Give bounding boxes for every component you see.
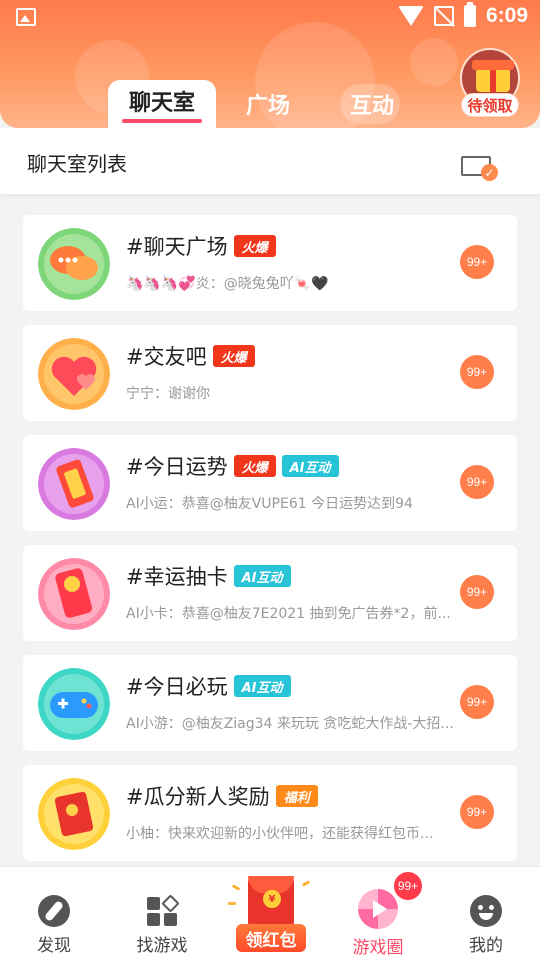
tab-interact[interactable]: 互动: [350, 80, 394, 128]
chatroom-card[interactable]: #今日运势 火爆 AI互动 AI小运：恭喜@柚友VUPE61 今日运势达到94 …: [23, 435, 517, 531]
tab-chatroom[interactable]: 聊天室: [108, 80, 216, 128]
tab-square[interactable]: 广场: [246, 80, 290, 128]
nav-red-envelope[interactable]: ¥ 领红包: [226, 868, 316, 956]
games-grid-icon: [146, 894, 180, 927]
chat-bubble-avatar-icon: [38, 228, 110, 300]
nav-label: 领红包: [236, 924, 306, 952]
welfare-badge: 福利: [275, 785, 318, 807]
red-envelope-avatar-icon: [38, 778, 110, 850]
unread-count-badge: 99+: [460, 575, 494, 609]
chatroom-title: #交友吧: [126, 345, 207, 369]
unread-count-badge: 99+: [460, 685, 494, 719]
unread-count-badge: 99+: [460, 245, 494, 279]
last-message: AI小运：恭喜@柚友VUPE61 今日运势达到94: [126, 496, 413, 512]
header-decoration: [410, 38, 458, 86]
last-message: 宁宁：谢谢你: [126, 386, 210, 402]
nav-label: 发现: [37, 936, 71, 956]
page-title: 聊天室列表: [27, 152, 127, 176]
tab-label: 聊天室: [128, 91, 195, 116]
nav-label: 找游戏: [136, 936, 188, 956]
nav-label: 游戏圈: [352, 938, 404, 958]
tab-label: 广场: [246, 94, 291, 119]
chatroom-title: #瓜分新人奖励: [126, 785, 270, 809]
last-message: 🦄🦄🦄💞炎：@晓兔兔吖🍬🖤: [126, 276, 329, 292]
no-sim-icon: [433, 6, 454, 26]
nav-label: 我的: [469, 936, 503, 956]
chatroom-card[interactable]: #聊天广场 火爆 🦄🦄🦄💞炎：@晓兔兔吖🍬🖤 99+: [23, 215, 517, 311]
chatroom-title: #聊天广场: [126, 235, 228, 259]
profile-face-icon: [470, 895, 502, 927]
lucky-card-avatar-icon: [38, 558, 110, 630]
top-tabs: 聊天室 广场 互动: [108, 80, 394, 128]
gamepad-avatar-icon: [38, 668, 110, 740]
status-time: 6:09: [485, 4, 528, 27]
chatroom-card[interactable]: #交友吧 火爆 宁宁：谢谢你 99+: [23, 325, 517, 421]
game-circle-icon: [358, 889, 398, 929]
hearts-avatar-icon: [38, 338, 110, 410]
last-message: AI小游：@柚友Ziag34 来玩玩 贪吃蛇大作战-大招...: [126, 716, 454, 732]
tab-active-indicator: [122, 119, 202, 123]
status-bar: 6:09: [0, 0, 540, 36]
game-circle-count-badge: 99+: [392, 870, 424, 902]
hot-badge: 火爆: [233, 455, 276, 477]
mark-read-mail-icon[interactable]: ✓: [459, 146, 499, 182]
last-message: AI小卡：恭喜@柚友7E2021 抽到免广告券*2，前...: [126, 606, 451, 622]
ai-interact-badge: AI互动: [281, 455, 339, 477]
compass-icon: [38, 895, 70, 927]
unread-count-badge: 99+: [460, 465, 494, 499]
wifi-icon: [397, 6, 424, 26]
ai-interact-badge: AI互动: [233, 675, 291, 697]
hot-badge: 火爆: [233, 235, 276, 257]
nav-me[interactable]: 我的: [432, 867, 540, 960]
coin-icon: ¥: [263, 890, 281, 908]
chatroom-list: #聊天广场 火爆 🦄🦄🦄💞炎：@晓兔兔吖🍬🖤 99+ #交友吧 火爆 宁宁：谢谢…: [0, 194, 540, 866]
battery-icon: [463, 2, 476, 27]
nav-find-games[interactable]: 找游戏: [108, 867, 216, 960]
chatroom-card[interactable]: #瓜分新人奖励 福利 小柚：快来欢迎新的小伙伴吧，还能获得红包币... 99+: [23, 765, 517, 861]
check-icon: ✓: [481, 164, 498, 181]
tab-label: 互动: [350, 94, 395, 119]
gift-pending-label: 待领取: [461, 93, 519, 117]
hot-badge: 火爆: [212, 345, 255, 367]
chatroom-title: #今日运势: [126, 455, 228, 479]
fortune-tag-avatar-icon: [38, 448, 110, 520]
nav-discover[interactable]: 发现: [0, 867, 108, 960]
top-header: 6:09 聊天室 广场 互动 待领取: [0, 0, 540, 128]
chatroom-title: #幸运抽卡: [126, 565, 228, 589]
image-notification-icon: [16, 8, 36, 26]
chatroom-title: #今日必玩: [126, 675, 228, 699]
chatroom-card[interactable]: #幸运抽卡 AI互动 AI小卡：恭喜@柚友7E2021 抽到免广告券*2，前..…: [23, 545, 517, 641]
chatroom-card[interactable]: #今日必玩 AI互动 AI小游：@柚友Ziag34 来玩玩 贪吃蛇大作战-大招.…: [23, 655, 517, 751]
unread-count-badge: 99+: [460, 355, 494, 389]
ai-interact-badge: AI互动: [233, 565, 291, 587]
gift-pending-button[interactable]: 待领取: [459, 48, 521, 118]
last-message: 小柚：快来欢迎新的小伙伴吧，还能获得红包币...: [126, 826, 434, 842]
unread-count-badge: 99+: [460, 795, 494, 829]
